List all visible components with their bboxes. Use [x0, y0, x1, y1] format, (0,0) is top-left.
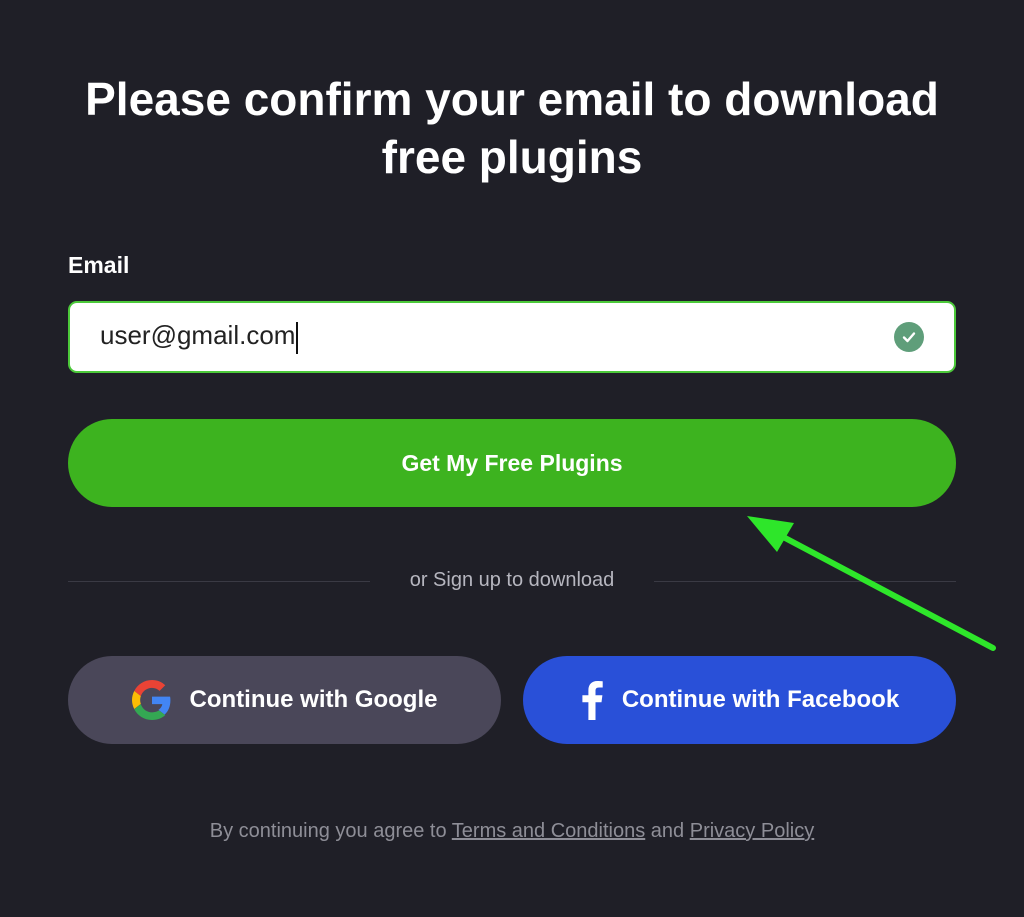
facebook-icon	[580, 680, 604, 720]
continue-with-facebook-button[interactable]: Continue with Facebook	[523, 656, 956, 744]
email-text: user@gmail.com	[100, 320, 296, 351]
footer-prefix: By continuing you agree to	[209, 820, 447, 842]
divider-left	[68, 581, 370, 582]
email-input-value[interactable]: user@gmail.com	[100, 320, 894, 354]
continue-with-google-button[interactable]: Continue with Google	[68, 656, 501, 744]
terms-footer: By continuing you agree to Terms and Con…	[0, 820, 1024, 843]
divider-text: or Sign up to download	[409, 569, 615, 591]
facebook-button-label: Continue with Facebook	[621, 686, 900, 713]
get-free-plugins-button[interactable]: Get My Free Plugins	[68, 419, 956, 507]
email-label: Email	[68, 252, 130, 278]
terms-link[interactable]: Terms and Conditions	[452, 820, 645, 842]
google-icon	[131, 680, 172, 720]
divider-right	[654, 581, 956, 582]
google-button-label: Continue with Google	[189, 686, 438, 713]
email-confirm-modal: Please confirm your email to download fr…	[0, 0, 1024, 917]
privacy-link[interactable]: Privacy Policy	[690, 820, 814, 842]
check-circle-icon	[894, 322, 924, 352]
footer-and: and	[650, 820, 685, 842]
email-field[interactable]: user@gmail.com	[68, 301, 956, 373]
text-caret	[296, 321, 299, 354]
page-title: Please confirm your email to download fr…	[85, 73, 939, 183]
